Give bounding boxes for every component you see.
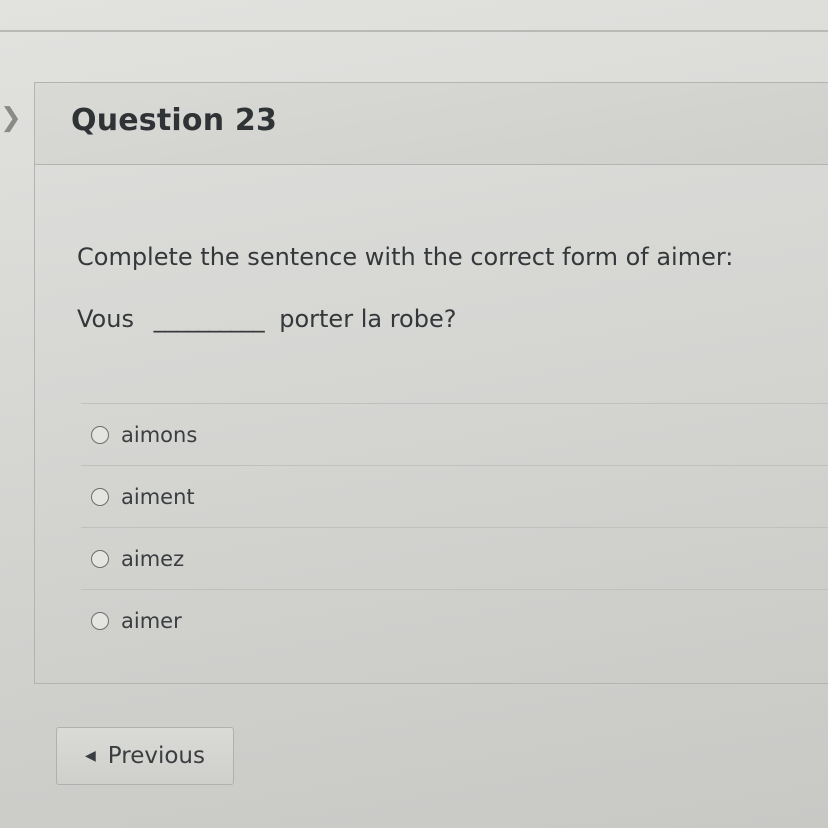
answer-list: aimons aiment aimez aimer bbox=[81, 403, 828, 651]
sentence-end: porter la robe? bbox=[279, 305, 457, 333]
left-triangle-icon: ◀ bbox=[85, 748, 96, 764]
answer-label: aiment bbox=[121, 484, 195, 509]
quiz-page: ❯ Question 23 Complete the sentence with… bbox=[0, 0, 828, 828]
question-card: Question 23 Complete the sentence with t… bbox=[34, 82, 828, 684]
radio-button-icon[interactable] bbox=[91, 487, 109, 506]
chevron-right-icon[interactable]: ❯ bbox=[0, 103, 22, 133]
question-title: Question 23 bbox=[71, 103, 278, 138]
radio-button-icon[interactable] bbox=[91, 425, 109, 444]
answer-option[interactable]: aimez bbox=[81, 527, 828, 589]
answer-option[interactable]: aimons bbox=[81, 403, 828, 465]
question-header: Question 23 bbox=[35, 83, 828, 165]
radio-button-icon[interactable] bbox=[91, 611, 109, 630]
question-prompt: Complete the sentence with the correct f… bbox=[77, 243, 734, 271]
previous-button[interactable]: ◀ Previous bbox=[56, 727, 234, 785]
top-divider bbox=[0, 30, 828, 32]
question-sentence: Vous __________ porter la robe? bbox=[77, 305, 456, 333]
answer-option[interactable]: aimer bbox=[81, 589, 828, 651]
previous-label: Previous bbox=[107, 743, 205, 769]
radio-button-icon[interactable] bbox=[91, 549, 109, 568]
answer-label: aimer bbox=[121, 608, 182, 633]
sentence-start: Vous bbox=[77, 305, 134, 333]
answer-label: aimez bbox=[121, 546, 185, 571]
answer-option[interactable]: aiment bbox=[81, 465, 828, 527]
answer-label: aimons bbox=[121, 422, 198, 447]
sentence-blank: __________ bbox=[153, 305, 265, 333]
